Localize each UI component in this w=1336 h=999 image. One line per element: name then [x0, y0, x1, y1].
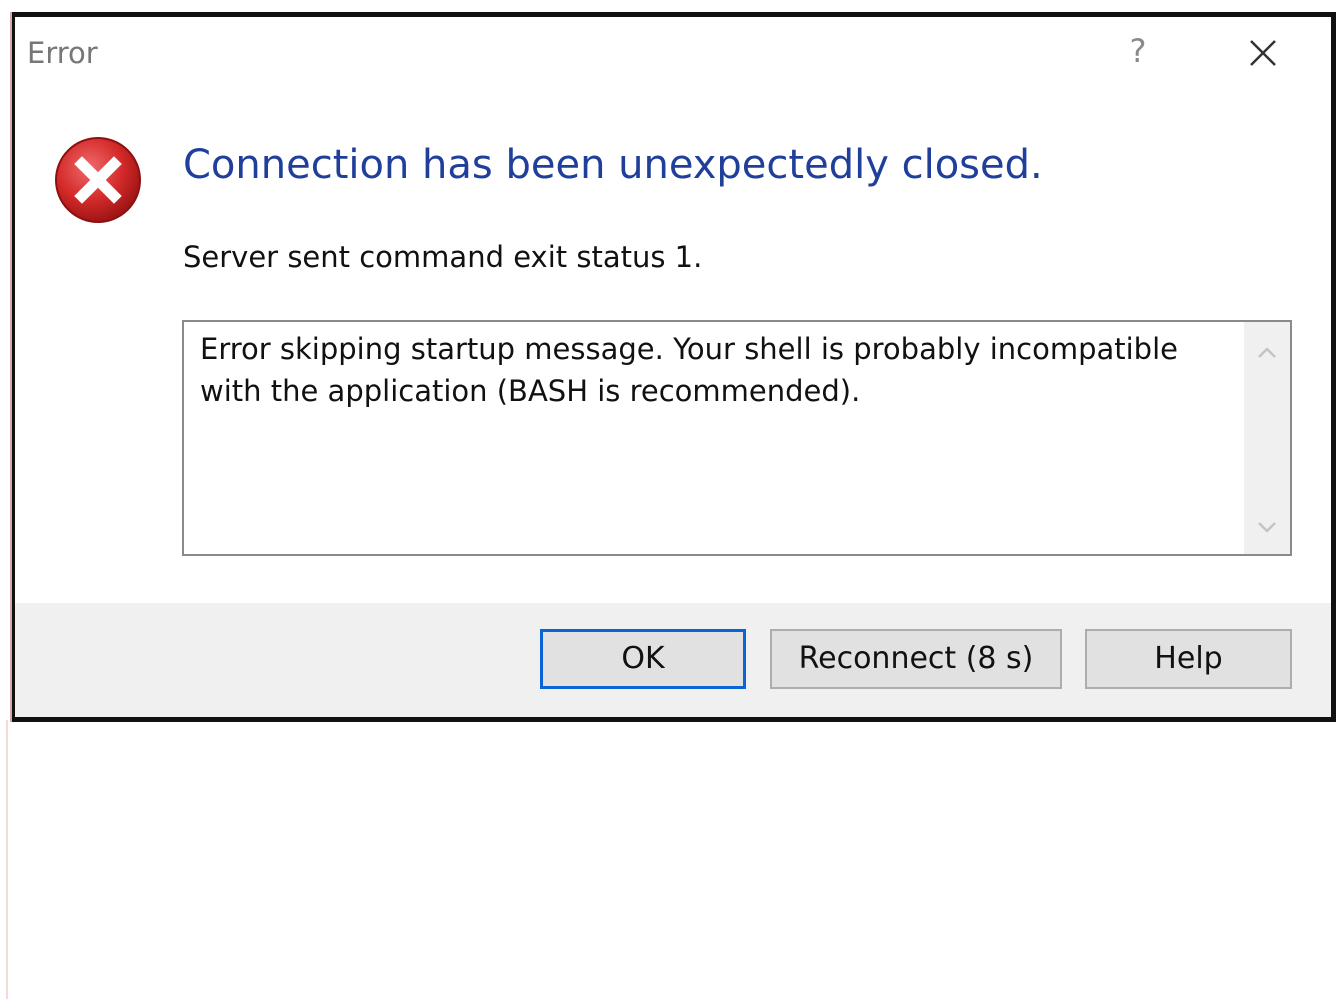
close-icon[interactable]	[1243, 33, 1283, 73]
close-x-glyph	[1250, 40, 1276, 66]
title-bar[interactable]: Error ?	[15, 17, 1331, 87]
dialog-left-shadow	[10, 12, 12, 722]
details-text: Error skipping startup message. Your she…	[200, 332, 1178, 408]
error-dialog: Error ? Connection has been unexpectedly…	[10, 12, 1336, 722]
reconnect-button[interactable]: Reconnect (8 s)	[770, 629, 1062, 689]
background-edge-line	[6, 720, 8, 999]
main-instruction: Connection has been unexpectedly closed.	[183, 142, 1043, 188]
scroll-up-arrow-icon[interactable]	[1244, 332, 1290, 372]
error-subtext: Server sent command exit status 1.	[183, 240, 703, 274]
error-icon	[53, 135, 143, 225]
ok-button[interactable]: OK	[540, 629, 746, 689]
scroll-down-arrow-icon[interactable]	[1244, 508, 1290, 548]
help-button[interactable]: Help	[1085, 629, 1292, 689]
help-question-icon[interactable]: ?	[1123, 31, 1153, 71]
window-title: Error	[27, 36, 98, 70]
button-footer: OK Reconnect (8 s) Help	[15, 603, 1331, 717]
details-scrollbar[interactable]	[1244, 322, 1290, 554]
details-textbox[interactable]: Error skipping startup message. Your she…	[182, 320, 1292, 556]
